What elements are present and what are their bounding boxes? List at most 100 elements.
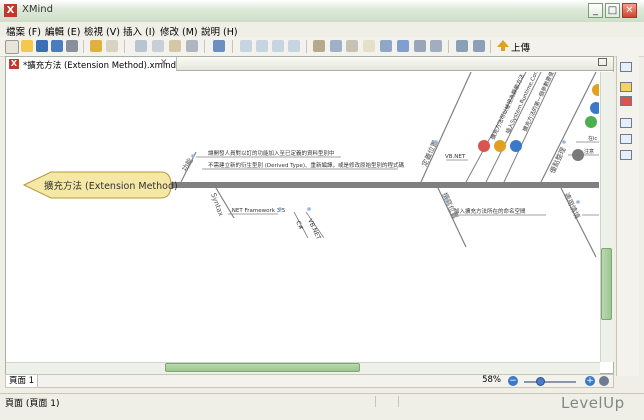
save-icon[interactable] xyxy=(36,40,48,52)
open-folder-icon[interactable] xyxy=(21,40,33,52)
leaf-p5[interactable]: 在ic xyxy=(588,135,597,142)
markers-panel-icon[interactable] xyxy=(620,82,632,92)
collapse-dot[interactable] xyxy=(278,207,282,211)
image-icon[interactable] xyxy=(330,40,342,52)
leaf-net35[interactable]: .NET Framework 3.5 xyxy=(230,208,286,214)
minimize-button[interactable]: _ xyxy=(588,3,603,18)
leaf-vbnet[interactable]: VB.NET xyxy=(445,154,466,160)
topic-syntax[interactable]: Syntax xyxy=(209,192,225,217)
boundary-icon[interactable] xyxy=(414,40,426,52)
menu-modify[interactable]: 修改 (M) xyxy=(160,24,198,38)
leaf-f1[interactable]: 讓開發人員對以訂的功能加入至已定義的資料型別中 xyxy=(208,149,335,157)
overview-panel-icon[interactable] xyxy=(620,134,632,144)
horizontal-scroll-thumb[interactable] xyxy=(165,363,360,372)
print-icon[interactable] xyxy=(66,40,78,52)
maximize-button[interactable]: □ xyxy=(605,3,620,18)
leaf-p4[interactable]: 注意 xyxy=(584,148,594,155)
insert-subtopic-icon[interactable] xyxy=(256,40,268,52)
task-marker-icon xyxy=(572,149,584,161)
collapse-dot[interactable] xyxy=(191,154,195,158)
priority-3-marker-icon xyxy=(510,140,522,152)
move-up-icon[interactable] xyxy=(473,40,485,52)
window-title: XMind xyxy=(22,4,53,15)
status-bar xyxy=(0,393,644,410)
menu-help[interactable]: 說明 (H) xyxy=(201,24,238,38)
main-branch xyxy=(166,182,599,188)
new-file-icon[interactable] xyxy=(5,40,19,54)
insert-parent-topic-icon[interactable] xyxy=(288,40,300,52)
priority-1-marker-icon xyxy=(478,140,490,152)
collapse-dot[interactable] xyxy=(445,198,449,202)
cut-icon[interactable] xyxy=(135,40,147,52)
toolbar-separator xyxy=(83,40,84,53)
xmind-file-icon: X xyxy=(9,59,19,69)
watermark: LevelUp xyxy=(561,394,625,412)
leaf-csharp[interactable]: C# xyxy=(294,220,304,231)
upload-icon-stem xyxy=(501,46,505,51)
relationship-icon[interactable] xyxy=(397,40,409,52)
hyperlink-icon[interactable] xyxy=(313,40,325,52)
move-down-icon[interactable] xyxy=(456,40,468,52)
central-topic-text[interactable]: 擴充方法 (Extension Method) xyxy=(44,180,178,192)
notes-icon[interactable] xyxy=(363,40,375,52)
leaf-f2[interactable]: 不需建立新的衍生型別 (Derived Type)、重新編譯，或是修改原始型別的… xyxy=(208,161,404,169)
notes-panel-icon[interactable] xyxy=(620,150,632,160)
close-window-button[interactable]: ✕ xyxy=(622,3,637,18)
outline-panel-icon[interactable] xyxy=(620,118,632,128)
sheet-tab[interactable]: 頁面 1 xyxy=(6,375,38,387)
attachment-icon[interactable] xyxy=(346,40,358,52)
zoom-fit-button[interactable] xyxy=(599,376,609,386)
flag-marker-icon xyxy=(585,116,597,128)
priority-2-marker-icon xyxy=(494,140,506,152)
properties-panel-icon[interactable] xyxy=(620,96,632,106)
redo-icon[interactable] xyxy=(106,40,118,52)
zoom-slider-track[interactable] xyxy=(524,381,576,383)
toolbar-separator xyxy=(490,40,491,53)
maximize-view-icon[interactable] xyxy=(598,58,607,66)
mindmap-svg: 擴充方法 (Extension Method) 功能 讓開發人員對以訂的功能加入… xyxy=(22,72,599,258)
leaf-p3[interactable]: 擴充方法的第一個參數要使用this xyxy=(521,72,563,133)
collapse-dot[interactable] xyxy=(307,207,311,211)
status-text: 頁面 (頁面 1) xyxy=(5,399,60,409)
menu-file[interactable]: 檔案 (F) xyxy=(6,24,41,38)
toolbar-separator xyxy=(306,40,307,53)
zoom-out-button[interactable]: − xyxy=(508,376,518,386)
insert-topic-before-icon[interactable] xyxy=(272,40,284,52)
menu-insert[interactable]: 插入 (I) xyxy=(123,24,155,38)
leaf-usage[interactable]: 加入擴充方法所在的命名空間 xyxy=(454,207,526,215)
vertical-scroll-thumb[interactable] xyxy=(601,248,612,320)
collapse-dot[interactable] xyxy=(434,140,438,144)
menu-edit[interactable]: 編輯 (E) xyxy=(45,24,80,38)
toolbar-separator xyxy=(448,40,449,53)
mindmap-canvas[interactable]: 擴充方法 (Extension Method) 功能 讓開發人員對以訂的功能加入… xyxy=(6,72,599,362)
topic-applicable[interactable]: 適用情境 xyxy=(562,191,582,220)
toolbar-separator xyxy=(204,40,205,53)
leaf-vb[interactable]: VB.NET xyxy=(306,218,322,241)
undo-icon[interactable] xyxy=(90,40,102,52)
topic-points[interactable]: 優點整理 xyxy=(548,146,568,175)
summary-icon[interactable] xyxy=(430,40,442,52)
save-as-icon[interactable] xyxy=(51,40,63,52)
paste-icon[interactable] xyxy=(169,40,181,52)
zoom-in-button[interactable]: + xyxy=(585,376,595,386)
panel-menu-icon[interactable] xyxy=(620,62,632,72)
insert-topic-icon[interactable] xyxy=(240,40,252,52)
upload-button[interactable]: 上傳 xyxy=(511,40,530,54)
copy-icon[interactable] xyxy=(152,40,164,52)
smiley-marker-icon xyxy=(592,84,599,96)
zoom-slider-thumb[interactable] xyxy=(536,377,545,386)
editor-tab-label[interactable]: *擴充方法 (Extension Method).xmind xyxy=(23,59,176,71)
tab-close-icon[interactable]: ✕ xyxy=(160,58,168,68)
toolbar-separator xyxy=(124,40,125,53)
delete-icon[interactable] xyxy=(186,40,198,52)
zoom-level: 58% xyxy=(482,375,501,385)
menu-view[interactable]: 檢視 (V) xyxy=(84,24,120,38)
export-icon[interactable] xyxy=(213,40,225,52)
priority-marker-icon xyxy=(590,102,599,114)
collapse-dot[interactable] xyxy=(576,200,580,204)
xmind-logo-icon: X xyxy=(4,4,17,17)
marker-icon[interactable] xyxy=(380,40,392,52)
toolbar-separator xyxy=(232,40,233,53)
collapse-dot[interactable] xyxy=(562,140,566,144)
topic-usage-where[interactable]: 撰寫位置 xyxy=(440,191,460,220)
